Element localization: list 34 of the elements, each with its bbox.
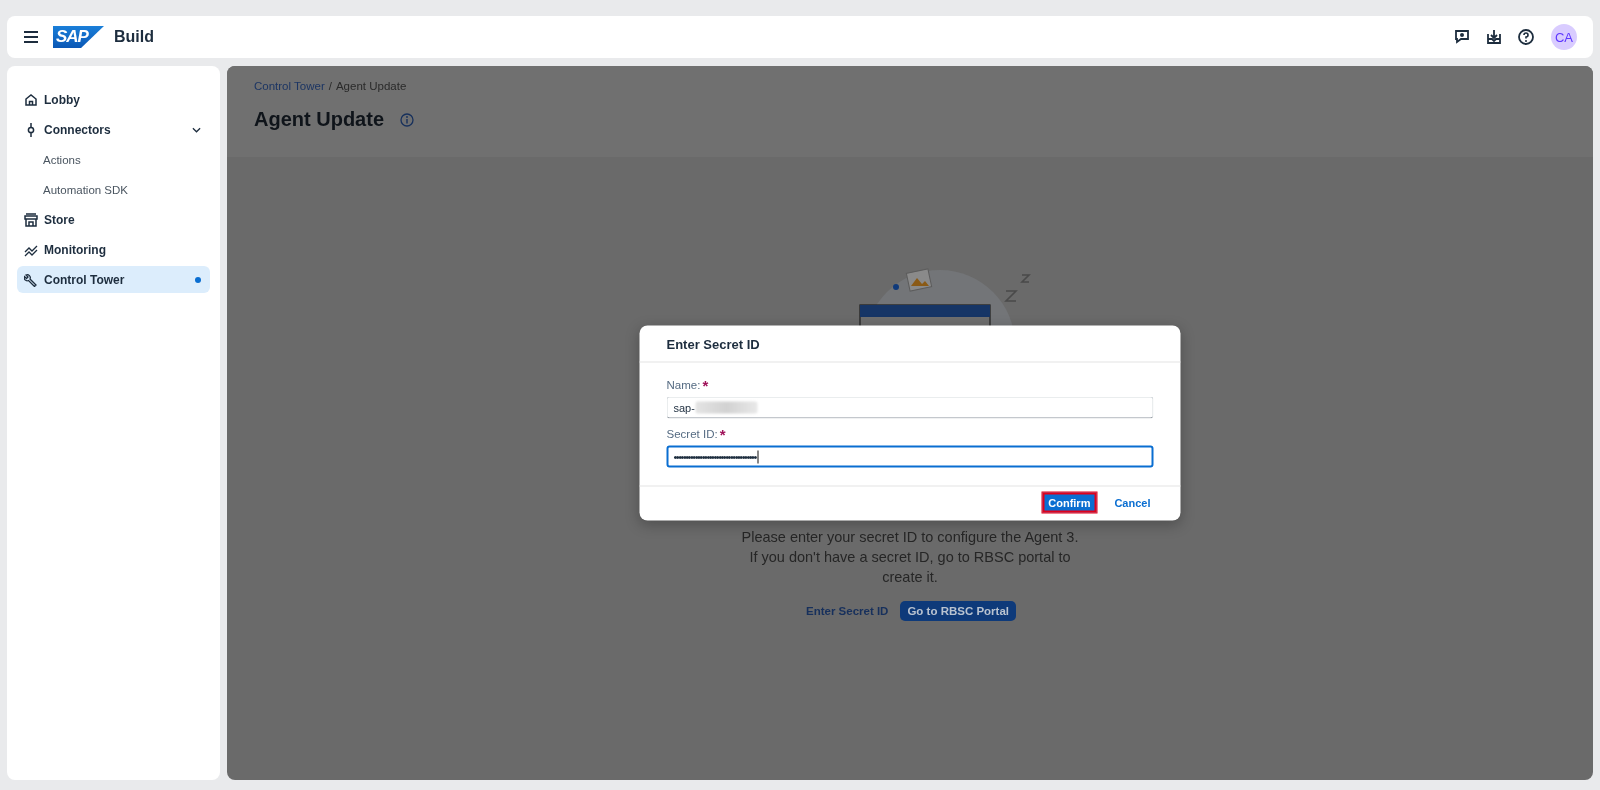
input-field[interactable]: •••••••••••••••••••••••••••••••••••: [666, 445, 1154, 468]
nav-subitem[interactable]: Actions: [17, 146, 210, 173]
home-icon: [24, 92, 38, 107]
nav-item[interactable]: Connectors: [17, 116, 210, 143]
page-title: Agent Update: [254, 108, 384, 131]
chat-bubble-icon[interactable]: [1453, 28, 1471, 46]
nav-subitem[interactable]: Automation SDK: [17, 176, 210, 203]
product-name: Build: [113, 28, 154, 46]
go-to-portal-button[interactable]: Go to RBSC Portal: [900, 601, 1016, 621]
confirm-button[interactable]: Confirm: [1042, 492, 1097, 513]
breadcrumb-separator: /: [328, 80, 332, 92]
selected-dot: [195, 276, 201, 283]
field-label: Name:: [666, 378, 701, 390]
chevron-icon[interactable]: [192, 126, 201, 133]
logo[interactable]: SAP: [53, 26, 104, 48]
wrench-icon: [24, 272, 38, 287]
nav-item[interactable]: Monitoring: [17, 236, 210, 263]
required-asterisk: *: [702, 379, 709, 391]
field-label: Secret ID:: [666, 427, 718, 439]
required-asterisk: *: [719, 428, 726, 440]
help-icon[interactable]: [1517, 28, 1535, 46]
store-icon: [24, 212, 38, 227]
empty-state-message: Please enter your secret ID to configure the Agent 3. If you don't have a secret ID, go to RBSC portal to create it.: [740, 528, 1080, 587]
redaction-blur: [695, 401, 758, 414]
breadcrumb-current: Agent Update: [335, 80, 407, 92]
download-tray-icon[interactable]: [1485, 28, 1503, 46]
dialog-title: Enter Secret ID: [666, 336, 760, 352]
nav-item[interactable]: Control Tower: [17, 266, 210, 293]
info-icon[interactable]: [400, 112, 414, 127]
nav-item[interactable]: Store: [17, 206, 210, 233]
cancel-button[interactable]: Cancel: [1108, 491, 1157, 514]
user-avatar[interactable]: CA: [1551, 24, 1577, 50]
menu-icon[interactable]: [23, 30, 39, 44]
nav-item[interactable]: Lobby: [17, 86, 210, 113]
